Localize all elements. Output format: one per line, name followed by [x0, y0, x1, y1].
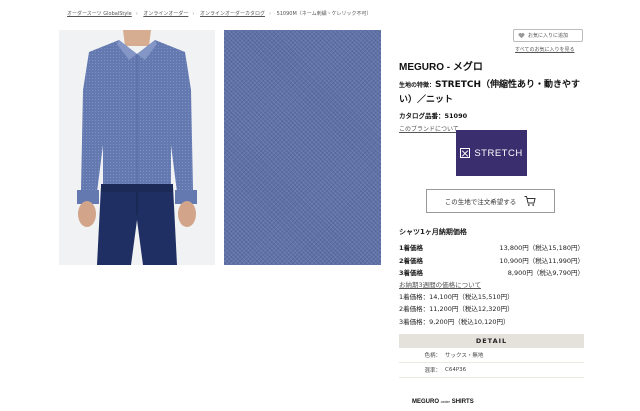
- detail-value: サックス・無地: [445, 353, 484, 359]
- breadcrumb-separator: ›: [135, 11, 138, 17]
- price-row: 2着価格 10,900円（税込11,990円）: [399, 254, 584, 267]
- catalog-label: カタログ品番：: [399, 112, 445, 120]
- express-price-row: 2着価格：11,200円（税込12,320円）: [399, 305, 514, 313]
- breadcrumb-current: 51090M（ネーム刺繍・ケレリック不可）: [276, 11, 372, 17]
- stretch-badge: STRETCH: [456, 130, 527, 176]
- breadcrumb-home[interactable]: オーダースーツ GlobalStyle: [67, 11, 132, 17]
- price-row: 3着価格 8,900円（税込9,790円）: [399, 266, 584, 279]
- price-heading: シャツ1ヶ月納期価格: [399, 228, 467, 236]
- detail-row: 混率： C64P36: [399, 363, 584, 378]
- catalog-number: カタログ品番：51090: [399, 110, 584, 120]
- cart-icon: [524, 196, 536, 206]
- express-price-row: 3着価格：9,200円（税込10,120円）: [399, 317, 510, 326]
- order-this-fabric-button[interactable]: この生地で注文希望する: [426, 189, 555, 213]
- heart-icon: [518, 33, 525, 39]
- detail-key: 混率：: [424, 368, 441, 374]
- detail-value: C64P36: [445, 367, 467, 373]
- detail-heading: DETAIL: [399, 334, 584, 348]
- breadcrumb-online-order[interactable]: オンラインオーダー: [143, 11, 188, 17]
- logo-main: MEGURO: [412, 399, 439, 405]
- view-favorites-link[interactable]: すべてのお気に入りを見る: [515, 46, 574, 53]
- price-value: 10,900円（税込11,990円）: [499, 256, 585, 265]
- detail-table: DETAIL 色柄： サックス・無地 混率： C64P36: [399, 334, 584, 378]
- price-name: 3着価格: [399, 269, 424, 278]
- brand-logo: MEGURO order SHIRTS: [412, 399, 474, 405]
- breadcrumb-catalog[interactable]: オンラインオーダーカタログ: [200, 11, 265, 17]
- price-row: 1着価格 13,800円（税込15,180円）: [399, 241, 584, 254]
- model-photo: [59, 30, 215, 265]
- price-value: 13,800円（税込15,180円）: [499, 244, 585, 253]
- express-price-row: 1着価格：14,100円（税込15,510円）: [399, 292, 514, 301]
- logo-tail: SHIRTS: [451, 399, 474, 405]
- order-button-label: この生地で注文希望する: [444, 198, 517, 206]
- express-price-link[interactable]: お納期3週間の価格について: [399, 279, 584, 291]
- breadcrumb-separator: ›: [268, 11, 271, 17]
- stretch-badge-text: STRETCH: [474, 147, 523, 159]
- price-name: 1着価格: [399, 244, 424, 253]
- add-favorite-button[interactable]: お気に入りに追加: [513, 29, 583, 42]
- logo-small: order: [440, 399, 451, 404]
- price-name: 2着価格: [399, 256, 424, 265]
- product-info: MEGURO - メグロ 生地の特徴：STRETCH（伸縮性あり・動きやすい）／…: [399, 58, 584, 133]
- detail-row: 色柄： サックス・無地: [399, 348, 584, 363]
- breadcrumb-separator: ›: [192, 11, 195, 17]
- catalog-value: 51090: [444, 112, 468, 120]
- price-section: シャツ1ヶ月納期価格 1着価格 13,800円（税込15,180円） 2着価格 …: [399, 227, 584, 328]
- price-value: 8,900円（税込9,790円）: [507, 269, 584, 278]
- add-favorite-label: お気に入りに追加: [528, 33, 569, 39]
- fabric-feature: 生地の特徴：STRETCH（伸縮性あり・動きやすい）／ニット: [399, 78, 584, 108]
- stretch-mark-icon: [460, 148, 471, 158]
- breadcrumb: オーダースーツ GlobalStyle › オンラインオーダー › オンラインオーダ…: [67, 10, 372, 17]
- fabric-swatch-image: [224, 30, 381, 265]
- fabric-feature-label: 生地の特徴：: [399, 82, 436, 89]
- brand-title: MEGURO - メグロ: [399, 62, 483, 73]
- detail-key: 色柄：: [424, 353, 441, 359]
